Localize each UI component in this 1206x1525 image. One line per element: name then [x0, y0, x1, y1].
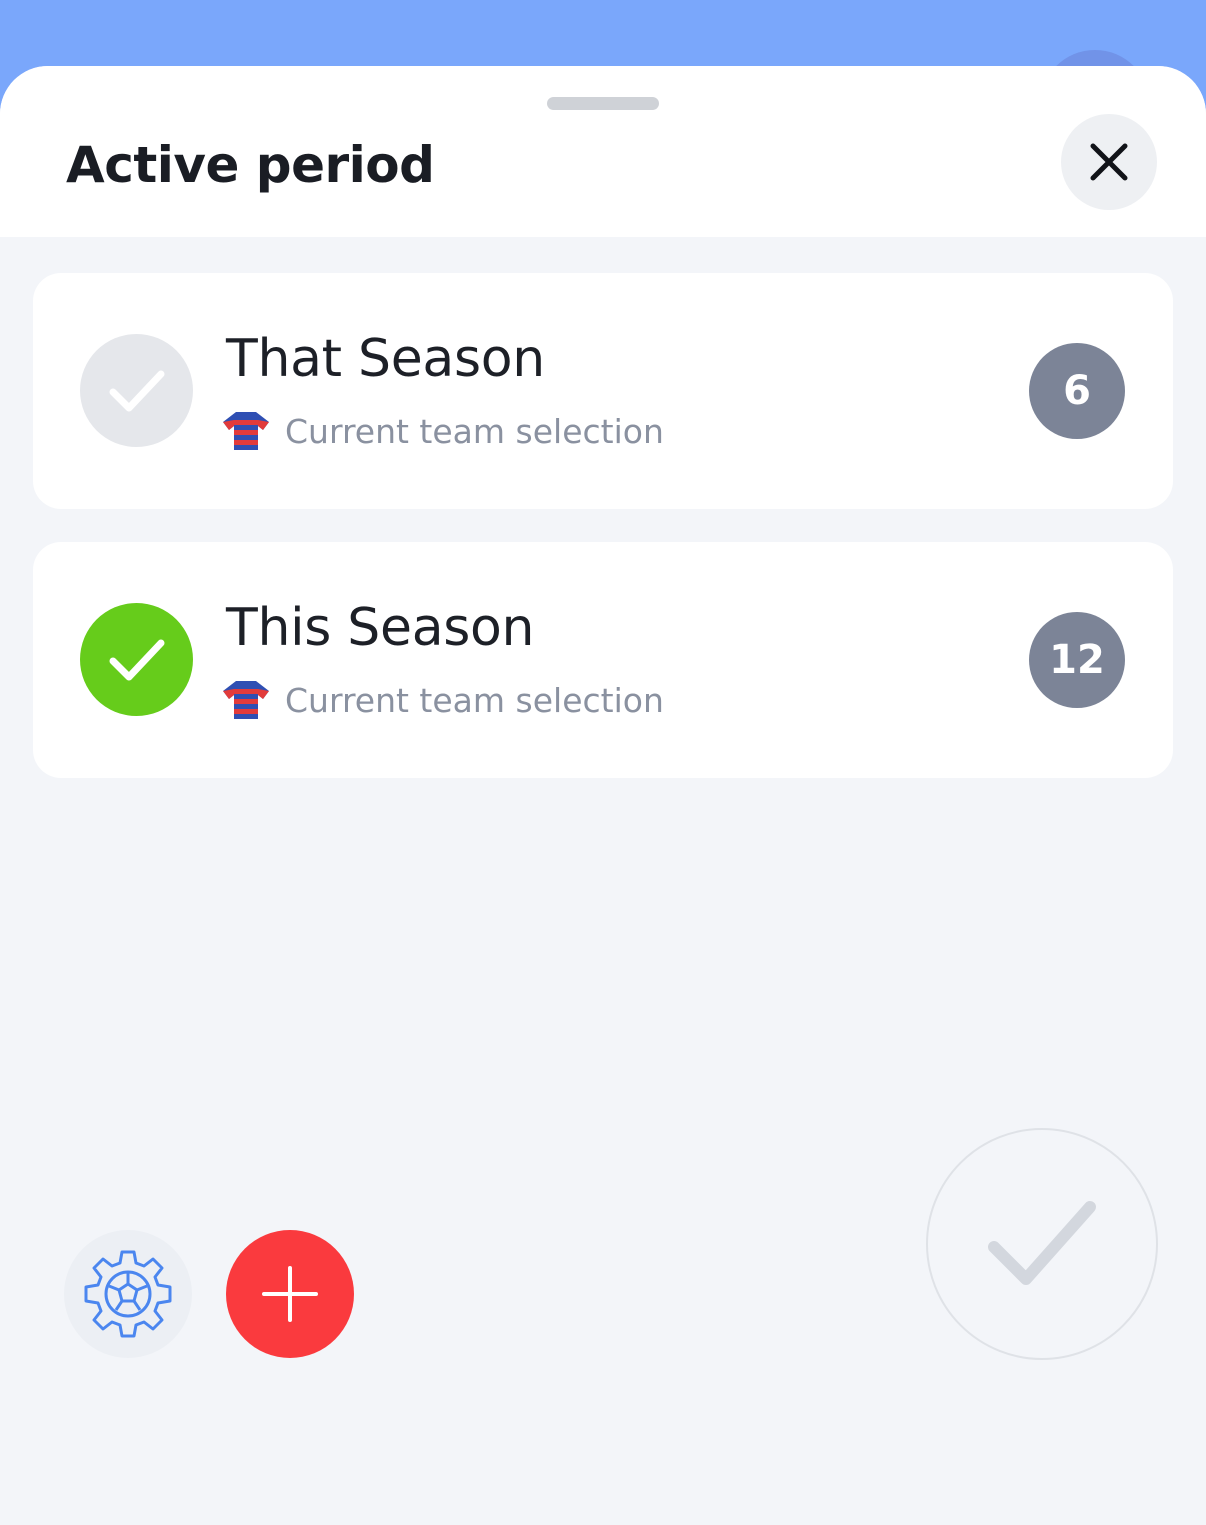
- sheet-title: Active period: [66, 136, 435, 194]
- plus-icon: [262, 1266, 318, 1322]
- period-count-badge: 12: [1029, 612, 1125, 708]
- close-icon: [1090, 143, 1128, 181]
- sheet-header: Active period: [0, 66, 1206, 237]
- check-icon: [109, 370, 164, 411]
- period-settings-button[interactable]: [64, 1230, 192, 1358]
- period-select-toggle[interactable]: [80, 334, 193, 447]
- period-subtitle: Current team selection: [285, 680, 664, 720]
- period-subtitle-row: Current team selection: [221, 409, 664, 453]
- active-period-sheet: Active period That Season Current team s…: [0, 66, 1206, 1525]
- check-icon: [988, 1201, 1096, 1285]
- period-count-badge: 6: [1029, 343, 1125, 439]
- period-card-this-season[interactable]: This Season Current team selection 12: [33, 542, 1173, 778]
- jersey-icon: [223, 681, 269, 719]
- gear-ball-icon: [84, 1250, 172, 1338]
- period-name: This Season: [226, 598, 535, 658]
- period-subtitle-row: Current team selection: [221, 678, 664, 722]
- period-name: That Season: [226, 329, 545, 389]
- close-button[interactable]: [1061, 114, 1157, 210]
- confirm-button[interactable]: [926, 1128, 1158, 1360]
- period-card-that-season[interactable]: That Season Current team selection 6: [33, 273, 1173, 509]
- check-icon: [109, 639, 164, 680]
- period-select-toggle[interactable]: [80, 603, 193, 716]
- jersey-icon: [223, 412, 269, 450]
- period-subtitle: Current team selection: [285, 411, 664, 451]
- drag-handle[interactable]: [547, 97, 659, 110]
- add-period-button[interactable]: [226, 1230, 354, 1358]
